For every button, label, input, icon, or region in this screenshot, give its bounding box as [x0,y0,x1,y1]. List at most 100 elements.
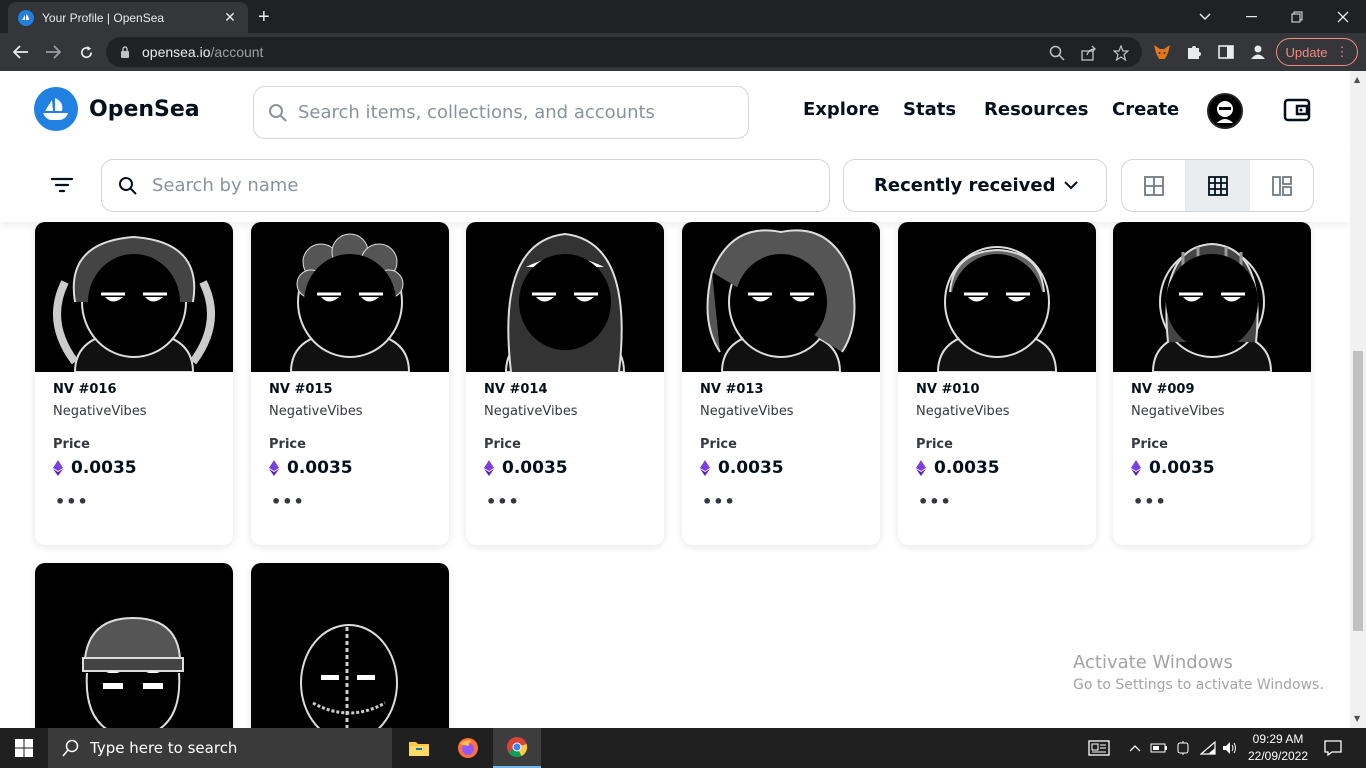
search-by-name-placeholder: Search by name [152,175,299,196]
search-icon [269,103,287,122]
taskbar-search-placeholder: Type here to search [90,739,238,757]
scroll-up-icon[interactable]: ▲ [1354,75,1360,84]
avatar[interactable] [1207,93,1243,129]
page-scrollbar[interactable]: ▲ ▼ [1350,71,1366,728]
side-panel-icon[interactable] [1216,42,1236,62]
item-name: NV #010 [916,382,980,397]
scrollbar-thumb[interactable] [1353,351,1363,631]
device-icon[interactable] [1173,738,1193,758]
item-collection[interactable]: NegativeVibes [484,404,578,419]
chrome-icon[interactable] [493,728,541,768]
global-search-input[interactable]: Search items, collections, and accounts [253,86,749,139]
item-collection[interactable]: NegativeVibes [1131,404,1225,419]
scroll-down-icon[interactable]: ▼ [1354,714,1360,723]
item-card[interactable]: NV #010 NegativeVibes Price 0.0035 ••• [898,222,1096,545]
item-card[interactable]: NV #015 NegativeVibes Price 0.0035 ••• [251,222,449,545]
opensea-header: OpenSea Search items, collections, and a… [0,71,1350,151]
price-value: 0.0035 [1149,458,1215,478]
item-card[interactable]: NV #009 NegativeVibes Price 0.0035 ••• [1113,222,1311,545]
wallet-icon[interactable] [1283,96,1311,124]
volume-icon[interactable] [1220,738,1240,758]
price-label: Price [269,437,306,452]
compact-view-button[interactable] [1250,160,1313,211]
url-text: opensea.io/account [142,44,263,60]
tray-chevron-up-icon[interactable] [1125,738,1145,758]
item-card[interactable]: NV #014 NegativeVibes Price 0.0035 ••• [466,222,664,545]
search-by-name-input[interactable]: Search by name [101,159,830,212]
more-options-icon[interactable]: ••• [1133,492,1167,511]
more-vert-icon: ⋮ [1335,44,1349,59]
tab-title: Your Profile | OpenSea [42,10,165,25]
item-collection[interactable]: NegativeVibes [53,404,147,419]
update-button[interactable]: Update ⋮ [1276,38,1358,66]
new-tab-button[interactable]: + [258,6,270,29]
item-card[interactable]: NV #016 NegativeVibes Price 0.0035 ••• [35,222,233,545]
nft-image [1113,222,1311,373]
browser-tab[interactable]: Your Profile | OpenSea ✕ [8,2,248,33]
sort-value: Recently received [874,175,1056,196]
price-label: Price [484,437,521,452]
windows-start-icon[interactable] [0,728,48,768]
nav-create[interactable]: Create [1112,99,1179,120]
logo-text: OpenSea [89,96,200,122]
extensions-puzzle-icon[interactable] [1184,42,1204,62]
tab-close-icon[interactable]: ✕ [222,9,238,26]
eth-icon [1131,460,1141,476]
sort-select[interactable]: Recently received [843,159,1107,212]
tab-search-chevron-icon[interactable] [1182,0,1228,33]
more-options-icon[interactable]: ••• [702,492,736,511]
nav-explore[interactable]: Explore [803,99,879,120]
wifi-icon[interactable] [1198,738,1218,758]
item-price: 0.0035 [53,458,137,478]
zoom-icon[interactable] [1048,44,1066,62]
restore-icon[interactable] [1274,0,1320,33]
price-label: Price [1131,437,1168,452]
more-options-icon[interactable]: ••• [486,492,520,511]
eth-icon [484,460,494,476]
item-collection[interactable]: NegativeVibes [916,404,1010,419]
share-icon[interactable] [1080,44,1098,62]
opensea-logo[interactable]: OpenSea [34,87,200,131]
metamask-extension-icon[interactable] [1152,42,1172,62]
price-value: 0.0035 [287,458,353,478]
item-card-partial[interactable] [251,563,449,728]
minimize-icon[interactable] [1228,0,1274,33]
news-widget-icon[interactable] [1087,738,1111,758]
large-grid-view-button[interactable] [1122,160,1186,211]
back-icon[interactable] [9,40,33,64]
item-collection[interactable]: NegativeVibes [269,404,363,419]
nft-image [466,222,664,373]
forward-icon[interactable] [41,40,65,64]
notifications-icon[interactable] [1323,738,1343,758]
item-card[interactable]: NV #013 NegativeVibes Price 0.0035 ••• [682,222,880,545]
small-grid-view-button[interactable] [1186,160,1250,211]
firefox-icon[interactable] [444,728,492,768]
reload-icon[interactable] [74,40,98,64]
more-options-icon[interactable]: ••• [918,492,952,511]
global-search-placeholder: Search items, collections, and accounts [298,102,655,123]
nft-image [35,563,233,728]
file-explorer-icon[interactable] [395,728,443,768]
taskbar-clock[interactable]: 09:29 AM 22/09/2022 [1238,731,1318,765]
filter-icon[interactable] [50,175,74,195]
bookmark-star-icon[interactable] [1112,44,1130,62]
more-options-icon[interactable]: ••• [55,492,89,511]
close-window-icon[interactable] [1320,0,1366,33]
profile-icon[interactable] [1248,42,1268,62]
opensea-logo-icon [34,87,78,131]
eth-icon [269,460,279,476]
nav-resources[interactable]: Resources [984,99,1088,120]
item-collection[interactable]: NegativeVibes [700,404,794,419]
taskbar-search-input[interactable]: Type here to search [48,728,392,768]
item-card-partial[interactable] [35,563,233,728]
clock-date: 22/09/2022 [1247,749,1309,763]
eth-icon [53,460,63,476]
address-bar[interactable]: opensea.io/account [106,37,1142,67]
nav-stats[interactable]: Stats [903,99,956,120]
item-price: 0.0035 [700,458,784,478]
item-price: 0.0035 [916,458,1000,478]
battery-icon[interactable] [1149,738,1169,758]
compact-layout-icon [1271,175,1292,196]
nft-image [898,222,1096,373]
more-options-icon[interactable]: ••• [271,492,305,511]
